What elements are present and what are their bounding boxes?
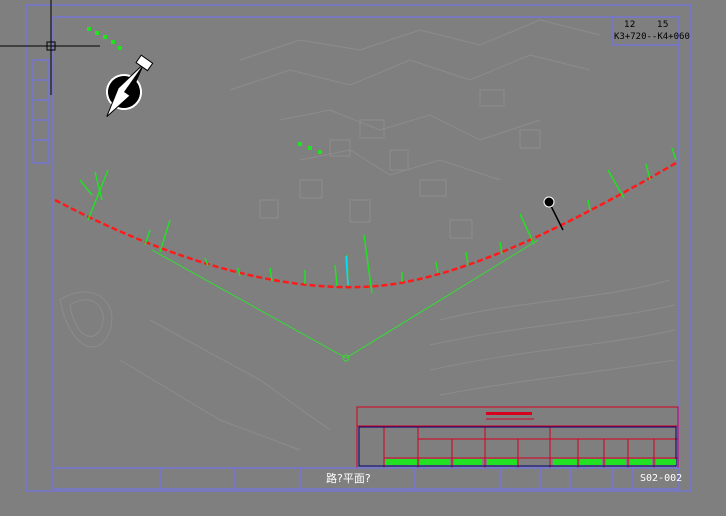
road-alignment-curve	[54, 161, 677, 289]
binding-strip	[32, 59, 50, 164]
compass-north-icon	[106, 54, 154, 117]
page-number: 12	[624, 20, 636, 30]
curve-data-table	[356, 406, 679, 469]
chainage-range: K3+720--K4+060	[614, 32, 690, 42]
drawing-title: 路?平面?	[326, 472, 371, 485]
benchmark-marker	[543, 196, 564, 231]
table-green-cells	[385, 459, 676, 465]
tangent-lines	[151, 239, 539, 359]
station-ticks	[79, 147, 677, 294]
cad-drawing-canvas[interactable]	[0, 0, 726, 516]
sheet-number: S02-002	[640, 473, 683, 484]
page-total: 15	[657, 20, 669, 30]
topographic-background	[59, 19, 676, 451]
cad-crosshair-icon	[0, 0, 100, 95]
table-title-mark	[486, 412, 532, 415]
